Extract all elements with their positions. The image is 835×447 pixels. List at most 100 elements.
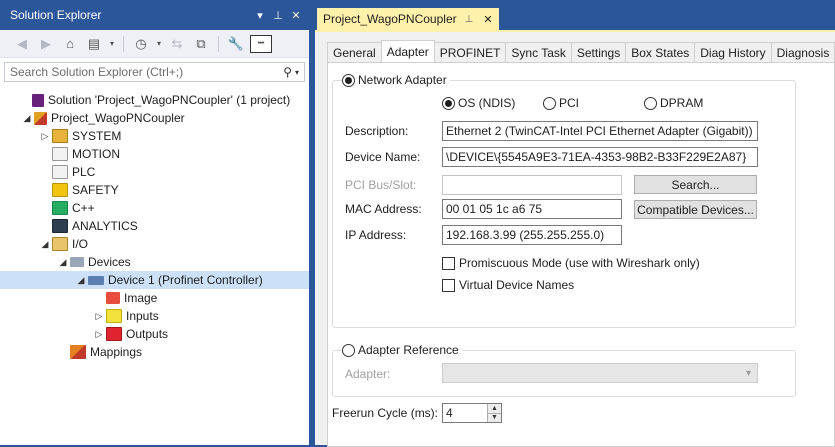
adapter-reference-label: Adapter Reference xyxy=(358,343,459,357)
collapse-arrow-icon[interactable]: ◢ xyxy=(74,275,88,286)
collapse-arrow-icon[interactable]: ◢ xyxy=(56,257,70,268)
adapter-combobox: ▾ xyxy=(442,363,758,383)
tab-adapter[interactable]: Adapter xyxy=(380,40,435,62)
tree-item-label: Mappings xyxy=(90,345,143,359)
tree-item[interactable]: ◢ Devices xyxy=(0,253,309,271)
radio-dot xyxy=(342,343,355,357)
pin-icon[interactable]: ⊥ xyxy=(465,14,474,25)
tab-profinet[interactable]: PROFINET xyxy=(433,42,507,62)
pin-icon[interactable]: ⊥ xyxy=(269,9,287,22)
dropdown-icon[interactable]: ▾ xyxy=(251,9,269,22)
property-tabs: General Adapter PROFINET Sync Task Settings B… xyxy=(327,40,835,62)
tree-item-label: I/O xyxy=(72,237,89,251)
device-name-label: Device Name: xyxy=(345,150,421,164)
tree-item[interactable]: Solution 'Project_WagoPNCoupler' (1 proj… xyxy=(0,91,309,109)
devices-icon xyxy=(70,257,84,267)
tab-diagnosis[interactable]: Diagnosis xyxy=(770,42,835,62)
tree-item-label: Image xyxy=(124,291,158,305)
cpp-icon xyxy=(52,201,68,215)
mac-address-field[interactable]: 00 01 05 1c a6 75 xyxy=(442,199,622,219)
expand-arrow-icon[interactable]: ▷ xyxy=(38,131,52,142)
compatible-devices-button[interactable]: Compatible Devices... xyxy=(634,200,757,219)
chevron-down-icon: ▾ xyxy=(745,367,751,379)
image-icon xyxy=(106,292,120,304)
preview-icon[interactable]: ━ xyxy=(250,34,272,53)
tree-item[interactable]: ▷ Outputs xyxy=(0,325,309,343)
solution-explorer-toolbar: ◀ ▶ ⌂ ▤ ▾ ◷ ▾ ⇆ ⧉ 🔧 ━ xyxy=(0,30,309,58)
expand-arrow-icon[interactable]: ▷ xyxy=(92,311,106,322)
mode-label: OS (NDIS) xyxy=(458,96,516,110)
tree-item[interactable]: PLC xyxy=(0,163,309,181)
forward-icon[interactable]: ▶ xyxy=(36,34,56,54)
tree-item[interactable]: ◢ Project_WagoPNCoupler xyxy=(0,109,309,127)
inputs-icon xyxy=(106,309,122,323)
switch-views-icon[interactable]: ▤ xyxy=(84,34,104,54)
pending-changes-icon[interactable]: ◷ xyxy=(131,34,151,54)
solution-tree: Solution 'Project_WagoPNCoupler' (1 proj… xyxy=(0,91,309,361)
document-tab-title[interactable]: Project_WagoPNCoupler xyxy=(323,12,457,26)
chevron-down-icon[interactable]: ▾ xyxy=(295,68,299,77)
back-icon[interactable]: ◀ xyxy=(12,34,32,54)
stepper-buttons: ▲ ▼ xyxy=(487,404,501,422)
tree-item[interactable]: ◢ I/O xyxy=(0,235,309,253)
tab-general[interactable]: General xyxy=(327,42,382,62)
tree-item[interactable]: Mappings xyxy=(0,343,309,361)
chevron-down-icon[interactable]: ▾ xyxy=(155,34,163,54)
freerun-cycle-value[interactable]: 4 xyxy=(443,404,487,422)
mode-os-ndis-radio[interactable]: OS (NDIS) xyxy=(442,96,515,110)
search-box[interactable]: Search Solution Explorer (Ctrl+;) ⚲ ▾ xyxy=(4,62,305,82)
tree-item-label: PLC xyxy=(72,165,96,179)
mode-label: PCI xyxy=(559,96,580,110)
network-adapter-label: Network Adapter xyxy=(358,73,447,87)
tree-item[interactable]: ▷ SYSTEM xyxy=(0,127,309,145)
solution-icon xyxy=(32,93,44,107)
sync-icon[interactable]: ⇆ xyxy=(167,34,187,54)
mode-dpram-radio[interactable]: DPRAM xyxy=(644,96,703,110)
chevron-down-icon[interactable]: ▾ xyxy=(108,34,116,54)
expand-arrow-icon[interactable]: ▷ xyxy=(92,329,106,340)
network-adapter-radio[interactable]: Network Adapter xyxy=(342,73,450,87)
pci-bus-slot-field xyxy=(442,175,622,195)
device-name-field[interactable]: \DEVICE\{5545A9E3-71EA-4353-98B2-B33F229… xyxy=(442,147,758,167)
adapter-reference-radio[interactable]: Adapter Reference xyxy=(342,343,462,357)
promiscuous-mode-checkbox[interactable]: Promiscuous Mode (use with Wireshark onl… xyxy=(442,256,700,270)
tree-item[interactable]: ▷ Inputs xyxy=(0,307,309,325)
tree-item[interactable]: C++ xyxy=(0,199,309,217)
collapse-arrow-icon[interactable]: ◢ xyxy=(20,113,34,124)
tab-sync-task[interactable]: Sync Task xyxy=(505,42,572,62)
virtual-device-names-checkbox[interactable]: Virtual Device Names xyxy=(442,278,574,292)
ip-address-field[interactable]: 192.168.3.99 (255.255.255.0) xyxy=(442,225,622,245)
mappings-icon xyxy=(70,345,86,359)
tree-item[interactable]: ◢ Device 1 (Profinet Controller) xyxy=(0,271,309,289)
freerun-cycle-stepper[interactable]: 4 ▲ ▼ xyxy=(442,403,502,423)
tree-item-label: Devices xyxy=(88,255,131,269)
tree-item[interactable]: ANALYTICS xyxy=(0,217,309,235)
tree-item[interactable]: MOTION xyxy=(0,145,309,163)
close-icon[interactable]: ✕ xyxy=(287,9,305,22)
safety-icon xyxy=(52,183,68,197)
document-tab[interactable]: Project_WagoPNCoupler ⊥ ✕ xyxy=(317,8,499,30)
tab-diag-history[interactable]: Diag History xyxy=(694,42,772,62)
search-input[interactable]: Search Solution Explorer (Ctrl+;) xyxy=(10,65,283,79)
tree-item[interactable]: Image xyxy=(0,289,309,307)
decrement-icon[interactable]: ▼ xyxy=(488,412,501,422)
search-icon[interactable]: ⚲ xyxy=(283,65,292,79)
ip-address-label: IP Address: xyxy=(345,228,407,242)
tab-box-states[interactable]: Box States xyxy=(625,42,696,62)
increment-icon[interactable]: ▲ xyxy=(488,404,501,413)
checkbox-box xyxy=(442,278,455,292)
toolbar-separator xyxy=(123,35,124,52)
tree-item[interactable]: SAFETY xyxy=(0,181,309,199)
search-button[interactable]: Search... xyxy=(634,175,757,194)
close-icon[interactable]: ✕ xyxy=(483,13,492,26)
collapse-arrow-icon[interactable]: ◢ xyxy=(38,239,52,250)
tree-item-label: Project_WagoPNCoupler xyxy=(51,111,185,125)
description-field[interactable]: Ethernet 2 (TwinCAT-Intel PCI Ethernet A… xyxy=(442,121,758,141)
profinet-device-icon xyxy=(88,275,104,285)
home-icon[interactable]: ⌂ xyxy=(60,34,80,54)
tab-settings[interactable]: Settings xyxy=(570,42,627,62)
collapse-all-icon[interactable]: ⧉ xyxy=(191,34,211,54)
system-icon xyxy=(52,129,68,143)
mode-pci-radio[interactable]: PCI xyxy=(543,96,579,110)
properties-wrench-icon[interactable]: 🔧 xyxy=(226,34,246,54)
